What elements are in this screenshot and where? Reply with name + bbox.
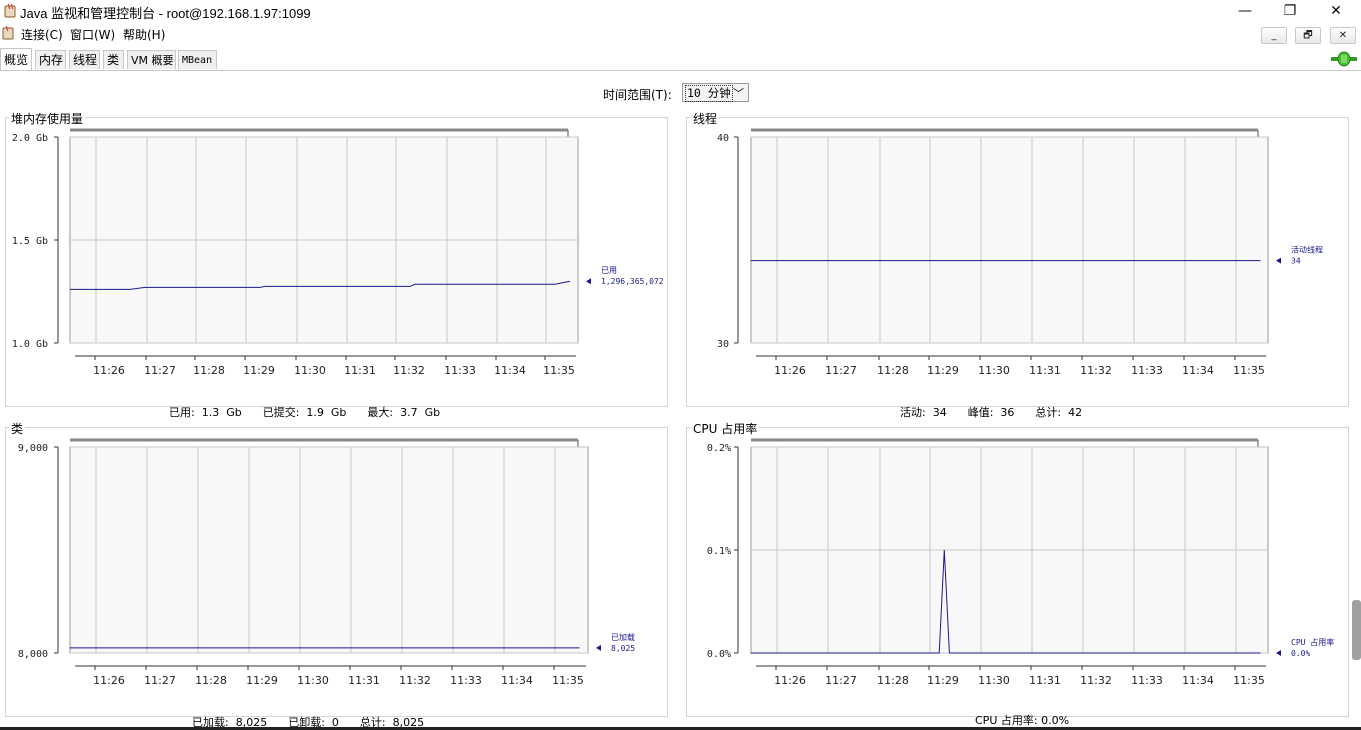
classes-xtick-label: 11:26 bbox=[93, 674, 125, 687]
classes-xtick-label: 11:33 bbox=[450, 674, 482, 687]
classes-legend-value: 8,025 bbox=[611, 644, 635, 653]
classes-summary: 已加载: 8,025 已卸载: 0 总计: 8,025 bbox=[185, 701, 424, 730]
cpu-usage-value: 0.0% bbox=[1041, 714, 1070, 727]
threads-plot-area bbox=[750, 136, 1269, 344]
cpu-legend-marker bbox=[1276, 650, 1281, 656]
heap-legend-name: 已用 bbox=[601, 266, 617, 275]
cpu-xtick-label: 11:33 bbox=[1131, 674, 1163, 687]
heap-summary: 已用: 1.3 Gb 已提交: 1.9 Gb 最大: 3.7 Gb bbox=[162, 391, 440, 420]
classes-xtick-label: 11:30 bbox=[297, 674, 329, 687]
cpu-legend-name: CPU 占用率 bbox=[1291, 637, 1334, 647]
threads-peak-label: 峰值: bbox=[967, 406, 994, 419]
cpu-xtick-label: 11:35 bbox=[1233, 674, 1265, 687]
threads-legend-name: 活动线程 bbox=[1291, 245, 1323, 255]
threads-ytick-label: 30 bbox=[717, 339, 729, 350]
heap-legend-marker bbox=[586, 278, 591, 285]
threads-xtick-label: 11:35 bbox=[1233, 364, 1265, 377]
heap-ytick-label: 1.5 Gb bbox=[12, 236, 48, 247]
threads-live-value: 34 bbox=[932, 406, 947, 419]
classes-xtick-label: 11:29 bbox=[246, 674, 278, 687]
threads-xtick-label: 11:27 bbox=[825, 364, 857, 377]
classes-xtick-label: 11:34 bbox=[501, 674, 533, 687]
threads-total-label: 总计: bbox=[1035, 406, 1062, 419]
cpu-xtick-label: 11:31 bbox=[1029, 674, 1061, 687]
heap-xtick-label: 11:29 bbox=[243, 364, 275, 377]
cpu-ytick-label: 0.0% bbox=[707, 649, 731, 660]
heap-ytick-label: 2.0 Gb bbox=[12, 133, 48, 144]
threads-xtick-label: 11:31 bbox=[1029, 364, 1061, 377]
cpu-xtick-label: 11:26 bbox=[774, 674, 806, 687]
cpu-legend-value: 0.0% bbox=[1291, 649, 1310, 658]
heap-xtick-label: 11:28 bbox=[193, 364, 225, 377]
heap-xtick-label: 11:30 bbox=[294, 364, 326, 377]
cpu-xtick-label: 11:30 bbox=[978, 674, 1010, 687]
threads-peak-value: 36 bbox=[1000, 406, 1015, 419]
threads-xtick-label: 11:28 bbox=[877, 364, 909, 377]
cpu-summary: CPU 占用率: 0.0% bbox=[968, 699, 1069, 728]
classes-xtick-label: 11:32 bbox=[399, 674, 431, 687]
threads-xtick-label: 11:29 bbox=[927, 364, 959, 377]
threads-summary: 活动: 34 峰值: 36 总计: 42 bbox=[893, 391, 1082, 420]
threads-xtick-label: 11:33 bbox=[1131, 364, 1163, 377]
threads-total-value: 42 bbox=[1068, 406, 1083, 419]
cpu-xtick-label: 11:32 bbox=[1080, 674, 1112, 687]
threads-live-label: 活动: bbox=[900, 406, 926, 419]
heap-xtick-label: 11:26 bbox=[93, 364, 125, 377]
classes-ytick-label: 8,000 bbox=[18, 649, 48, 660]
cpu-xtick-label: 11:29 bbox=[927, 674, 959, 687]
threads-legend-value: 34 bbox=[1291, 257, 1301, 266]
threads-xtick-label: 11:34 bbox=[1182, 364, 1214, 377]
classes-legend-name: 已加载 bbox=[611, 632, 635, 642]
heap-xtick-label: 11:32 bbox=[393, 364, 425, 377]
classes-ytick-label: 9,000 bbox=[18, 443, 48, 454]
cpu-xtick-label: 11:34 bbox=[1182, 674, 1214, 687]
cpu-xtick-label: 11:27 bbox=[825, 674, 857, 687]
cpu-xtick-label: 11:28 bbox=[877, 674, 909, 687]
heap-xtick-label: 11:31 bbox=[344, 364, 376, 377]
threads-ytick-label: 40 bbox=[717, 133, 729, 144]
heap-committed-value: 1.9 Gb bbox=[306, 406, 347, 419]
threads-xtick-label: 11:26 bbox=[774, 364, 806, 377]
threads-legend-marker bbox=[1276, 257, 1281, 264]
classes-xtick-label: 11:31 bbox=[348, 674, 380, 687]
heap-max-value: 3.7 Gb bbox=[400, 406, 441, 419]
heap-used-label: 已用: bbox=[169, 406, 195, 419]
threads-xtick-label: 11:32 bbox=[1080, 364, 1112, 377]
cpu-ytick-label: 0.2% bbox=[707, 443, 731, 454]
heap-xtick-label: 11:34 bbox=[494, 364, 526, 377]
classes-plot-area bbox=[69, 446, 589, 654]
heap-used-value: 1.3 Gb bbox=[201, 406, 242, 419]
classes-xtick-label: 11:35 bbox=[552, 674, 584, 687]
heap-max-label: 最大: bbox=[367, 406, 394, 419]
classes-xtick-label: 11:27 bbox=[144, 674, 176, 687]
heap-ytick-label: 1.0 Gb bbox=[12, 339, 48, 350]
cpu-ytick-label: 0.1% bbox=[707, 546, 731, 557]
cpu-usage-label: CPU 占用率: bbox=[975, 714, 1038, 727]
heap-legend-value: 1,296,365,072 bbox=[601, 277, 664, 286]
heap-committed-label: 已提交: bbox=[262, 406, 300, 419]
heap-chart: 11:26 11:27 11:28 11:29 11:30 11:31 11:32 11:33… bbox=[12, 128, 1334, 687]
heap-xtick-label: 11:33 bbox=[444, 364, 476, 377]
classes-xtick-label: 11:28 bbox=[195, 674, 227, 687]
classes-legend-marker bbox=[596, 644, 601, 651]
heap-xtick-label: 11:27 bbox=[144, 364, 176, 377]
scroll-handle[interactable] bbox=[1352, 600, 1361, 660]
threads-xtick-label: 11:30 bbox=[978, 364, 1010, 377]
heap-xtick-label: 11:35 bbox=[543, 364, 575, 377]
